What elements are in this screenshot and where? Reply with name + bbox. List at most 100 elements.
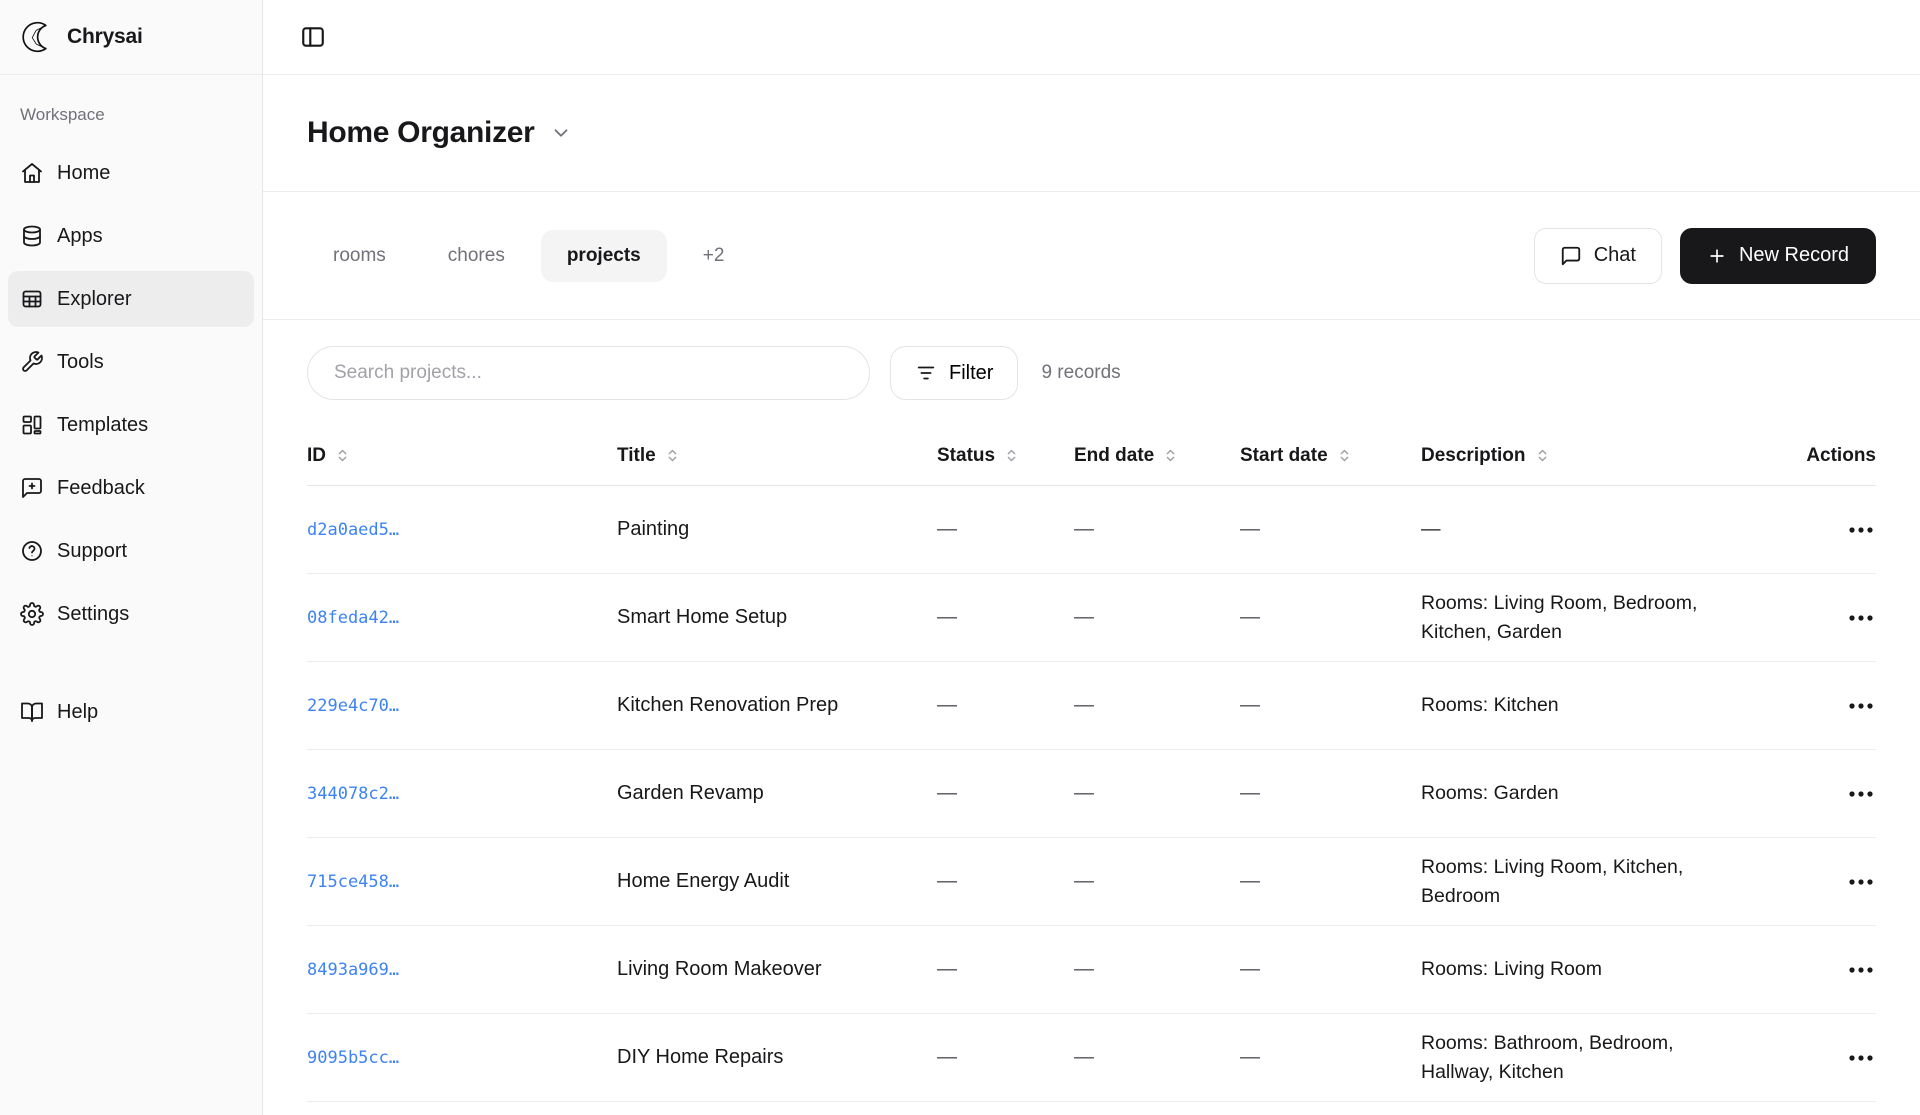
column-header-description[interactable]: Description: [1421, 445, 1790, 467]
record-status: —: [937, 1046, 1074, 1069]
tab-rooms[interactable]: rooms: [307, 230, 412, 282]
row-actions-menu-button[interactable]: [1846, 603, 1876, 633]
column-header-label: End date: [1074, 445, 1154, 467]
workspace-section-label: Workspace: [8, 105, 254, 125]
column-header-end-date[interactable]: End date: [1074, 445, 1240, 467]
column-header-label: Description: [1421, 445, 1526, 467]
column-header-id[interactable]: ID: [307, 445, 617, 467]
records-count: 9 records: [1041, 362, 1120, 384]
row-actions-menu-button[interactable]: [1846, 691, 1876, 721]
tab-chores[interactable]: chores: [422, 230, 531, 282]
record-actions-cell: [1790, 691, 1876, 721]
record-end-date: —: [1074, 782, 1240, 805]
sidebar-toggle-button[interactable]: [300, 24, 326, 50]
record-id-link[interactable]: 9095b5cc…: [307, 1048, 617, 1068]
sort-icon: [1337, 448, 1352, 463]
row-actions-menu-button[interactable]: [1846, 779, 1876, 809]
new-record-button-label: New Record: [1739, 244, 1849, 267]
column-header-start-date[interactable]: Start date: [1240, 445, 1421, 467]
column-header-title[interactable]: Title: [617, 445, 937, 467]
toolbar: Filter 9 records: [263, 320, 1920, 426]
main-topbar: [263, 0, 1920, 75]
home-icon: [20, 161, 44, 185]
record-end-date: —: [1074, 958, 1240, 981]
main-area: Home Organizer rooms chores projects +2: [263, 0, 1920, 1115]
tab-projects[interactable]: projects: [541, 230, 667, 282]
record-status: —: [937, 958, 1074, 981]
filter-button-label: Filter: [949, 362, 993, 385]
record-title: Garden Revamp: [617, 782, 937, 805]
sidebar-item-label: Explorer: [57, 288, 131, 311]
record-description: Rooms: Bathroom, Bedroom, Hallway, Kitch…: [1421, 1029, 1790, 1087]
record-title: Home Energy Audit: [617, 870, 937, 893]
sidebar-item-explorer[interactable]: Explorer: [8, 271, 254, 327]
sidebar: Chrysai Workspace Home Apps: [0, 0, 263, 1115]
sidebar-item-settings[interactable]: Settings: [8, 586, 254, 642]
row-actions-menu-button[interactable]: [1846, 1043, 1876, 1073]
brand: Chrysai: [0, 0, 262, 75]
record-actions-cell: [1790, 515, 1876, 545]
sidebar-item-support[interactable]: Support: [8, 523, 254, 579]
record-end-date: —: [1074, 694, 1240, 717]
column-header-label: ID: [307, 445, 326, 467]
record-id-link[interactable]: 715ce458…: [307, 872, 617, 892]
record-status: —: [937, 870, 1074, 893]
sidebar-item-label: Apps: [57, 225, 103, 248]
record-actions-cell: [1790, 955, 1876, 985]
sidebar-body: Workspace Home Apps Explorer: [0, 75, 262, 1115]
record-title: Painting: [617, 518, 937, 541]
sidebar-item-label: Help: [57, 701, 98, 724]
record-id-link[interactable]: 8493a969…: [307, 960, 617, 980]
column-header-label: Actions: [1806, 445, 1876, 467]
record-id-link[interactable]: 344078c2…: [307, 784, 617, 804]
column-header-status[interactable]: Status: [937, 445, 1074, 467]
record-status: —: [937, 606, 1074, 629]
record-status: —: [937, 782, 1074, 805]
feedback-icon: [20, 476, 44, 500]
record-actions-cell: [1790, 603, 1876, 633]
wrench-icon: [20, 350, 44, 374]
sidebar-item-tools[interactable]: Tools: [8, 334, 254, 390]
search-input[interactable]: [307, 346, 870, 400]
row-actions-menu-button[interactable]: [1846, 955, 1876, 985]
filter-button[interactable]: Filter: [890, 346, 1018, 400]
sidebar-item-label: Feedback: [57, 477, 145, 500]
chat-button[interactable]: Chat: [1534, 228, 1662, 284]
sidebar-item-help[interactable]: Help: [8, 684, 254, 740]
records-table: ID Title Status: [263, 426, 1920, 1102]
sidebar-item-label: Tools: [57, 351, 104, 374]
record-id-link[interactable]: 229e4c70…: [307, 696, 617, 716]
filter-lines-icon: [915, 362, 937, 384]
crescent-logo-icon: [20, 20, 54, 54]
sidebar-nav: Home Apps Explorer Tools: [8, 145, 254, 642]
column-header-actions[interactable]: Actions: [1790, 445, 1876, 467]
record-title: DIY Home Repairs: [617, 1046, 937, 1069]
record-id-link[interactable]: d2a0aed5…: [307, 520, 617, 540]
record-status: —: [937, 518, 1074, 541]
row-actions-menu-button[interactable]: [1846, 867, 1876, 897]
chat-bubble-icon: [1560, 245, 1582, 267]
tab-2[interactable]: +2: [677, 230, 751, 282]
sidebar-item-feedback[interactable]: Feedback: [8, 460, 254, 516]
column-header-label: Start date: [1240, 445, 1328, 467]
record-title: Smart Home Setup: [617, 606, 937, 629]
new-record-button[interactable]: New Record: [1680, 228, 1876, 284]
sort-icon: [335, 448, 350, 463]
sidebar-item-apps[interactable]: Apps: [8, 208, 254, 264]
sort-icon: [665, 448, 680, 463]
plus-icon: [1707, 246, 1727, 266]
record-id-link[interactable]: 08feda42…: [307, 608, 617, 628]
row-actions-menu-button[interactable]: [1846, 515, 1876, 545]
record-start-date: —: [1240, 782, 1421, 805]
record-description: Rooms: Garden: [1421, 779, 1790, 808]
sort-icon: [1163, 448, 1178, 463]
sidebar-item-home[interactable]: Home: [8, 145, 254, 201]
record-start-date: —: [1240, 694, 1421, 717]
record-end-date: —: [1074, 1046, 1240, 1069]
record-actions-cell: [1790, 867, 1876, 897]
record-start-date: —: [1240, 606, 1421, 629]
chevron-down-icon[interactable]: [550, 122, 572, 144]
sidebar-item-templates[interactable]: Templates: [8, 397, 254, 453]
sidebar-item-label: Home: [57, 162, 110, 185]
record-actions-cell: [1790, 779, 1876, 809]
